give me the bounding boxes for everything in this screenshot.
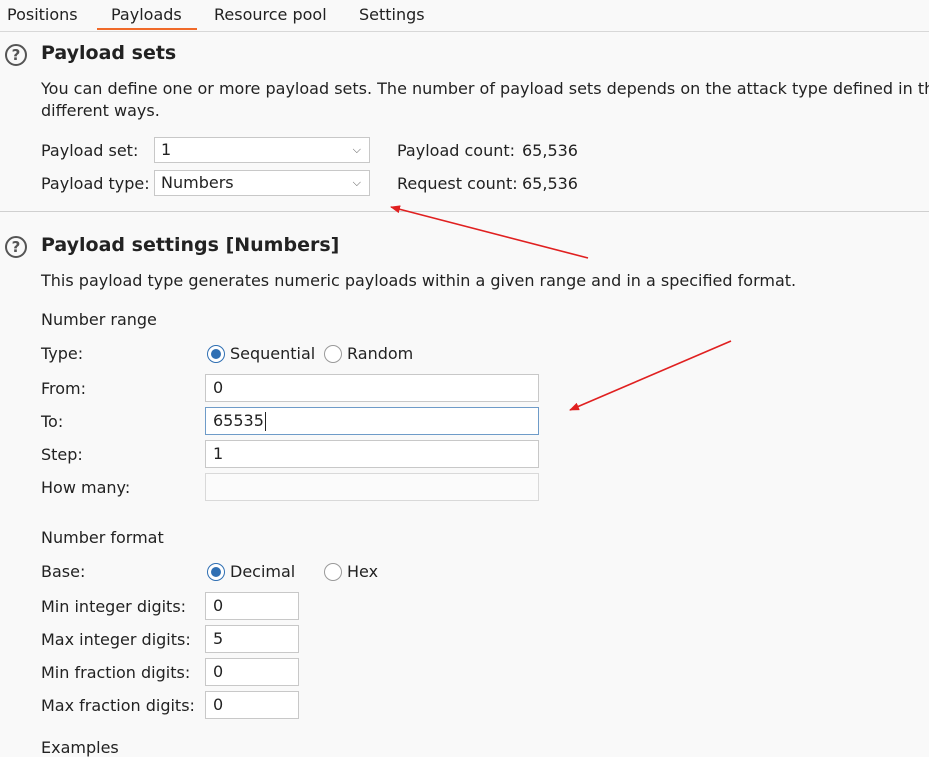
payload-sets-description: You can define one or more payload sets.… — [41, 79, 929, 98]
max-integer-digits-label: Max integer digits: — [41, 630, 191, 649]
payload-set-select[interactable]: 1 ⌵ — [154, 137, 370, 163]
tab-bar: Positions Payloads Resource pool Setting… — [0, 0, 929, 32]
min-integer-digits-value: 0 — [213, 596, 224, 615]
min-fraction-digits-input[interactable]: 0 — [205, 658, 299, 686]
from-value: 0 — [213, 378, 224, 397]
radio-decimal-label[interactable]: Decimal — [230, 562, 295, 581]
min-integer-digits-input[interactable]: 0 — [205, 592, 299, 620]
max-fraction-digits-input[interactable]: 0 — [205, 691, 299, 719]
max-fraction-digits-label: Max fraction digits: — [41, 696, 195, 715]
how-many-input[interactable] — [205, 473, 539, 501]
to-value: 65535 — [213, 411, 264, 430]
help-icon[interactable]: ? — [5, 44, 27, 66]
radio-random-label[interactable]: Random — [347, 344, 413, 363]
payload-settings-description: This payload type generates numeric payl… — [41, 271, 797, 290]
payload-set-value: 1 — [161, 140, 172, 159]
max-fraction-digits-value: 0 — [213, 695, 224, 714]
step-label: Step: — [41, 445, 83, 464]
min-fraction-digits-label: Min fraction digits: — [41, 663, 191, 682]
step-input[interactable]: 1 — [205, 440, 539, 468]
payload-type-value: Numbers — [161, 173, 234, 192]
number-range-heading: Number range — [41, 310, 157, 329]
text-caret — [264, 412, 266, 431]
payload-settings-title: Payload settings [Numbers] — [41, 234, 340, 256]
max-integer-digits-value: 5 — [213, 629, 224, 648]
radio-hex-label[interactable]: Hex — [347, 562, 378, 581]
payload-count-value: 65,536 — [522, 141, 578, 160]
min-integer-digits-label: Min integer digits: — [41, 597, 187, 616]
radio-sequential[interactable] — [207, 345, 225, 363]
arrow-to-to-field — [569, 340, 732, 411]
chevron-down-icon: ⌵ — [352, 143, 361, 156]
payload-set-label: Payload set: — [41, 141, 139, 160]
from-input[interactable]: 0 — [205, 374, 539, 402]
arrow-to-payload-type — [390, 205, 589, 259]
to-label: To: — [41, 412, 64, 431]
number-format-heading: Number format — [41, 528, 164, 547]
payload-type-select[interactable]: Numbers ⌵ — [154, 170, 370, 196]
tab-settings[interactable]: Settings — [359, 5, 425, 24]
radio-hex[interactable] — [324, 563, 342, 581]
to-input[interactable]: 65535 — [205, 407, 539, 435]
tab-resource-pool[interactable]: Resource pool — [214, 5, 327, 24]
chevron-down-icon: ⌵ — [352, 176, 361, 189]
type-label: Type: — [41, 344, 84, 363]
examples-heading: Examples — [41, 738, 119, 757]
radio-sequential-label[interactable]: Sequential — [230, 344, 315, 363]
payload-type-label: Payload type: — [41, 174, 150, 193]
payload-sets-description-cont: different ways. — [41, 101, 160, 120]
radio-decimal[interactable] — [207, 563, 225, 581]
section-divider — [0, 211, 929, 212]
payload-count-label: Payload count: — [397, 141, 516, 160]
tab-positions[interactable]: Positions — [7, 5, 78, 24]
base-label: Base: — [41, 562, 86, 581]
request-count-value: 65,536 — [522, 174, 578, 193]
help-icon[interactable]: ? — [5, 236, 27, 258]
payload-sets-title: Payload sets — [41, 42, 177, 64]
tab-payloads[interactable]: Payloads — [97, 5, 197, 30]
from-label: From: — [41, 379, 87, 398]
request-count-label: Request count: — [397, 174, 518, 193]
how-many-label: How many: — [41, 478, 131, 497]
min-fraction-digits-value: 0 — [213, 662, 224, 681]
step-value: 1 — [213, 444, 224, 463]
max-integer-digits-input[interactable]: 5 — [205, 625, 299, 653]
radio-random[interactable] — [324, 345, 342, 363]
